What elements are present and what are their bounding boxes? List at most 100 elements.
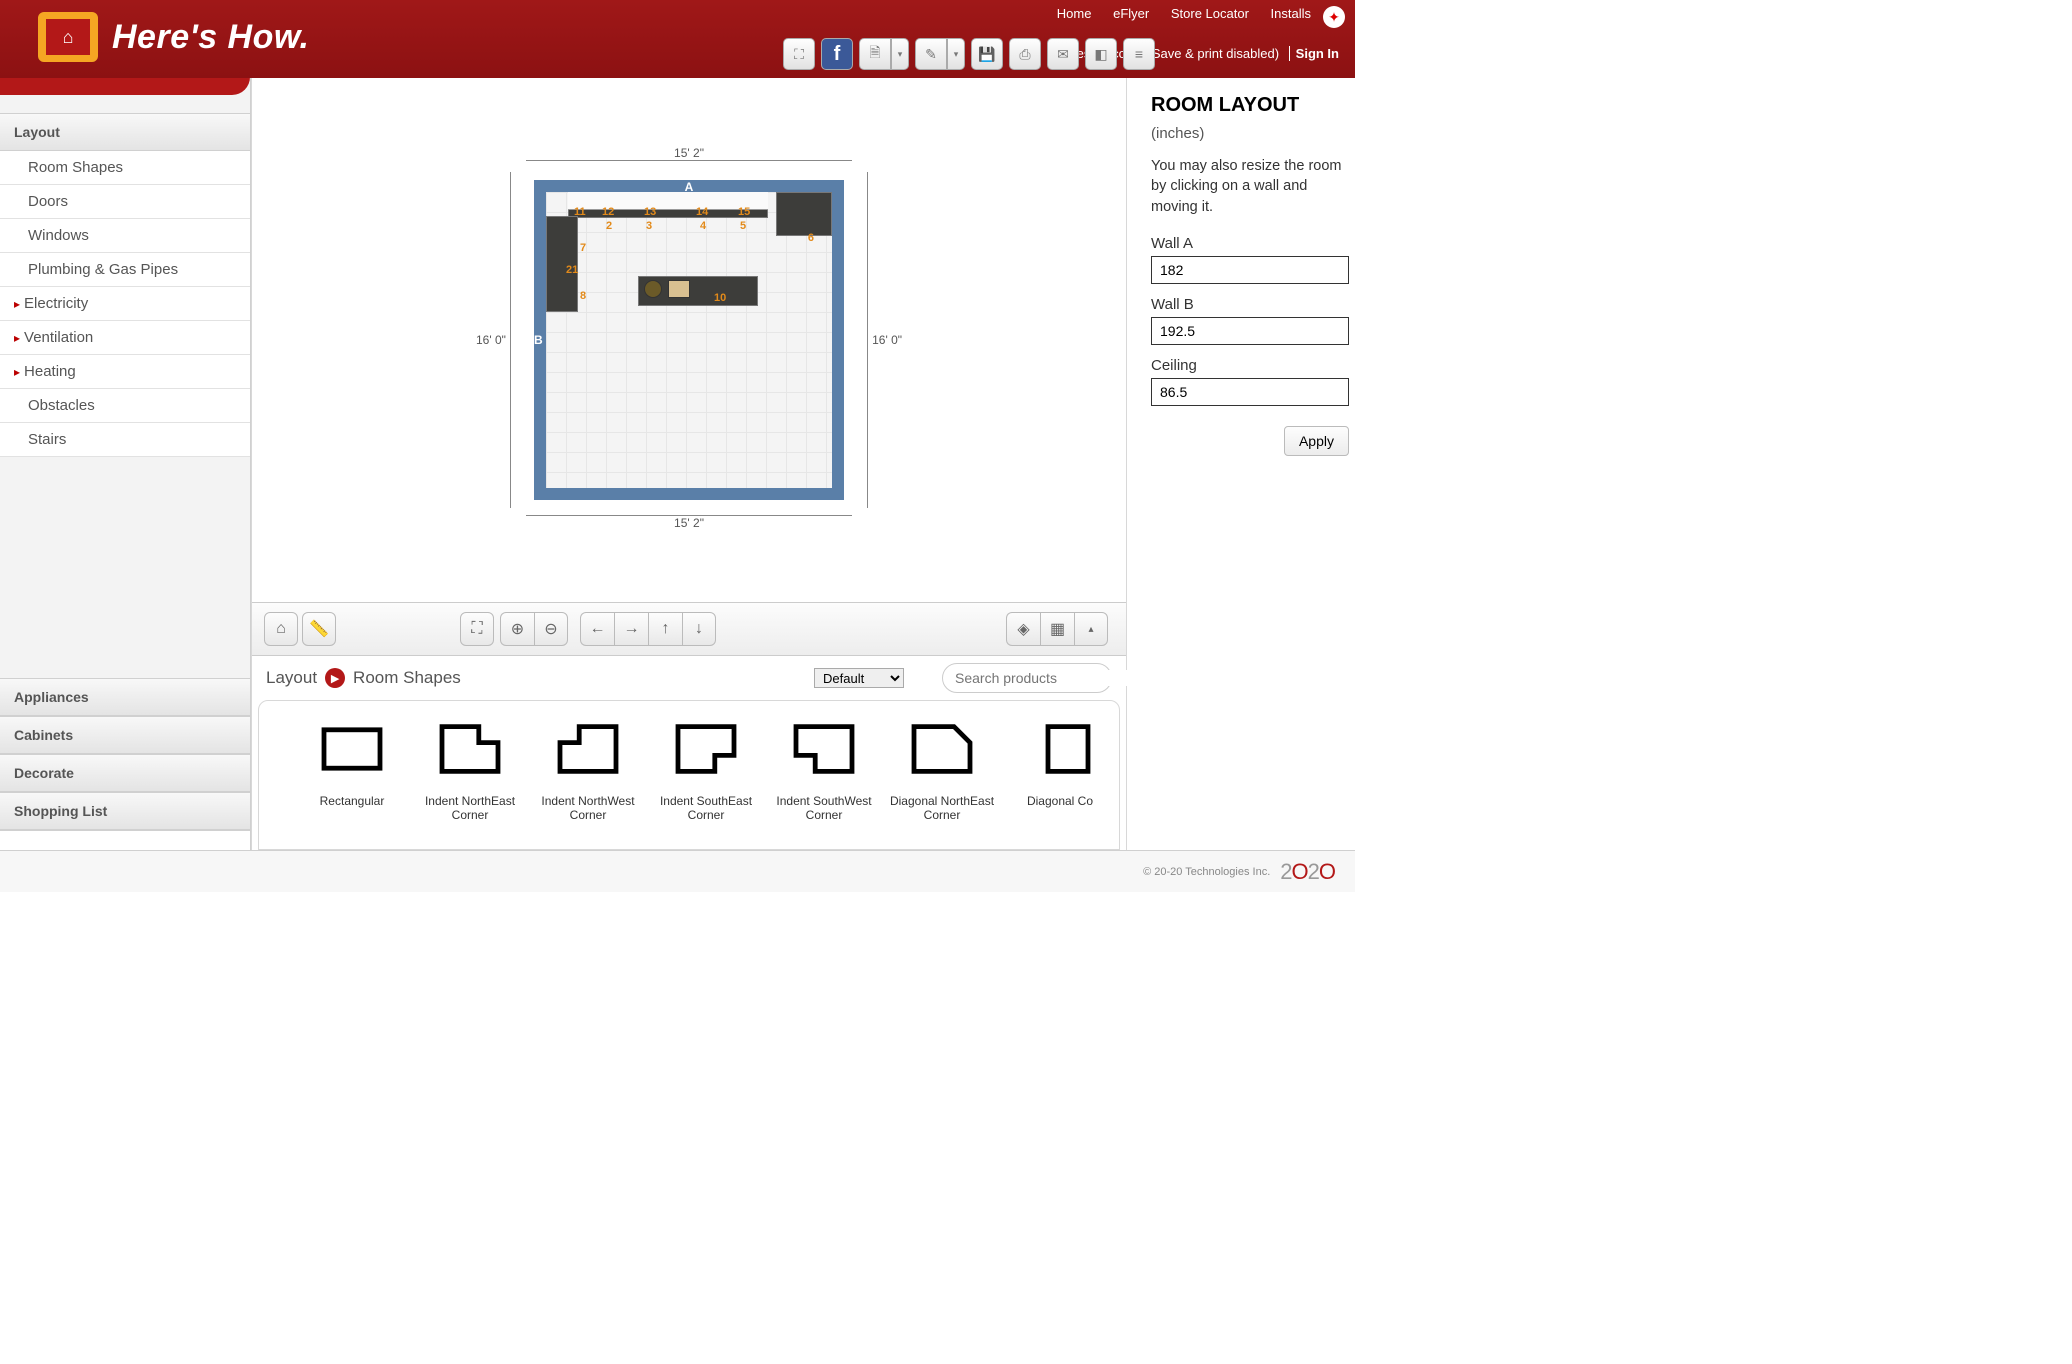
header-toolbar: ⛶ f 🗎 ▾ ✎ ▾ 💾 ⎙ ✉ ◧ ≡ <box>783 38 1155 70</box>
document-dropdown[interactable]: ▾ <box>891 38 909 70</box>
shape-option[interactable]: Rectangular <box>293 709 411 849</box>
logo-text: Here's How. <box>112 18 310 57</box>
marker: 15 <box>738 206 750 218</box>
sidebar-item[interactable]: Windows <box>0 219 250 253</box>
sidebar-item[interactable]: Doors <box>0 185 250 219</box>
search-input[interactable] <box>955 670 1136 686</box>
list-icon[interactable]: ≡ <box>1123 38 1155 70</box>
dimension-bottom: 15' 2" <box>674 516 704 530</box>
panel-description: You may also resize the room by clicking… <box>1151 156 1349 217</box>
nav-home[interactable]: Home <box>1057 6 1092 21</box>
apply-button[interactable]: Apply <box>1284 426 1349 456</box>
chevron-icon: ▶ <box>325 668 345 688</box>
sidebar-item[interactable]: Plumbing & Gas Pipes <box>0 253 250 287</box>
filter-select[interactable]: Default <box>814 668 904 688</box>
nav-eflyer[interactable]: eFlyer <box>1113 6 1149 21</box>
dimension-left: 16' 0" <box>476 333 506 347</box>
pan-down-button[interactable]: ↓ <box>682 612 716 646</box>
zoom-in-button[interactable]: ⊕ <box>500 612 534 646</box>
facebook-icon[interactable]: f <box>821 38 853 70</box>
panel-icon[interactable]: ◧ <box>1085 38 1117 70</box>
signin-link[interactable]: Sign In <box>1296 46 1339 61</box>
shape-option[interactable]: Indent SouthEast Corner <box>647 709 765 849</box>
measure-button[interactable]: 📏 <box>302 612 336 646</box>
panel-units: (inches) <box>1151 125 1349 142</box>
sidebar-group-appliances[interactable]: Appliances <box>0 678 250 716</box>
footer: © 20-20 Technologies Inc. 2O2O <box>0 850 1355 892</box>
fixture-icon[interactable] <box>668 280 690 298</box>
vendor-logo: 2O2O <box>1280 859 1335 885</box>
floor[interactable]: A B 11 12 13 14 15 2 3 4 5 6 <box>534 180 844 500</box>
sidebar-item[interactable]: Heating <box>0 355 250 389</box>
zoom-out-button[interactable]: ⊖ <box>534 612 568 646</box>
logo[interactable]: ⌂ Here's How. <box>38 12 310 62</box>
shape-option[interactable]: Diagonal NorthEast Corner <box>883 709 1001 849</box>
save-icon[interactable]: 💾 <box>971 38 1003 70</box>
print-icon[interactable]: ⎙ <box>1009 38 1041 70</box>
marker: 6 <box>808 232 814 244</box>
marker: 10 <box>714 292 726 304</box>
marker: 5 <box>740 220 746 232</box>
edit-dropdown[interactable]: ▾ <box>947 38 965 70</box>
ceiling-input[interactable] <box>1151 378 1349 406</box>
wall-b-input[interactable] <box>1151 317 1349 345</box>
active-tab-indicator <box>0 77 250 95</box>
marker: 13 <box>644 206 656 218</box>
breadcrumb-current: Room Shapes <box>353 668 461 688</box>
top-nav: Home eFlyer Store Locator Installs <box>1039 6 1311 21</box>
home-button[interactable]: ⌂ <box>264 612 298 646</box>
country-icon[interactable]: ✦ <box>1323 6 1345 28</box>
wall-a-input[interactable] <box>1151 256 1349 284</box>
pan-right-button[interactable]: → <box>614 612 648 646</box>
marker: 12 <box>602 206 614 218</box>
marker: 2 <box>606 220 612 232</box>
sidebar: Layout Room ShapesDoorsWindowsPlumbing &… <box>0 78 251 850</box>
canvas-area: 15' 2" 15' 2" 16' 0" 16' 0" A B 11 12 13… <box>251 78 1127 850</box>
sidebar-group-layout[interactable]: Layout <box>0 113 250 151</box>
logo-icon: ⌂ <box>46 19 90 55</box>
marker: 7 <box>580 242 586 254</box>
shape-option[interactable]: Indent SouthWest Corner <box>765 709 883 849</box>
sidebar-group-decorate[interactable]: Decorate <box>0 754 250 792</box>
app-header: ⌂ Here's How. Home eFlyer Store Locator … <box>0 0 1355 78</box>
cabinet-top-right[interactable] <box>776 192 832 236</box>
ceiling-label: Ceiling <box>1151 357 1349 374</box>
search-box[interactable]: 🔍 <box>942 663 1112 693</box>
copyright: © 20-20 Technologies Inc. <box>1143 866 1270 878</box>
nav-store-locator[interactable]: Store Locator <box>1171 6 1249 21</box>
3d-view-button[interactable]: ◈ <box>1006 612 1040 646</box>
main-area: Layout Room ShapesDoorsWindowsPlumbing &… <box>0 78 1355 850</box>
wall-label-b: B <box>534 333 543 347</box>
shape-option[interactable]: Diagonal Co <box>1001 709 1119 849</box>
wall-b-label: Wall B <box>1151 296 1349 313</box>
sidebar-item[interactable]: Electricity <box>0 287 250 321</box>
sidebar-group-cabinets[interactable]: Cabinets <box>0 716 250 754</box>
nav-installs[interactable]: Installs <box>1271 6 1311 21</box>
marker: 11 <box>574 206 586 218</box>
collapse-button[interactable]: ▴ <box>1074 612 1108 646</box>
email-icon[interactable]: ✉ <box>1047 38 1079 70</box>
fit-button[interactable]: ⛶ <box>460 612 494 646</box>
panel-title: ROOM LAYOUT <box>1151 94 1349 117</box>
pan-left-button[interactable]: ← <box>580 612 614 646</box>
properties-panel: ROOM LAYOUT (inches) You may also resize… <box>1127 78 1373 850</box>
sidebar-item[interactable]: Ventilation <box>0 321 250 355</box>
sidebar-item[interactable]: Stairs <box>0 423 250 457</box>
sidebar-item[interactable]: Obstacles <box>0 389 250 423</box>
pan-up-button[interactable]: ↑ <box>648 612 682 646</box>
marker: 3 <box>646 220 652 232</box>
fullscreen-icon[interactable]: ⛶ <box>783 38 815 70</box>
floorplan-canvas[interactable]: 15' 2" 15' 2" 16' 0" 16' 0" A B 11 12 13… <box>252 78 1126 602</box>
document-icon[interactable]: 🗎 <box>859 38 891 70</box>
grid-button[interactable]: ▦ <box>1040 612 1074 646</box>
sidebar-item[interactable]: Room Shapes <box>0 151 250 185</box>
breadcrumb-root[interactable]: Layout <box>266 668 317 688</box>
shape-option[interactable]: Indent NorthWest Corner <box>529 709 647 849</box>
dimension-right: 16' 0" <box>872 333 902 347</box>
fixture-icon[interactable] <box>644 280 662 298</box>
marker: 21 <box>566 264 578 276</box>
edit-icon[interactable]: ✎ <box>915 38 947 70</box>
canvas-toolbar: ⌂ 📏 ⛶ ⊕ ⊖ ← → ↑ ↓ ◈ ▦ ▴ <box>252 602 1126 656</box>
sidebar-group-shopping[interactable]: Shopping List <box>0 792 250 830</box>
shape-option[interactable]: Indent NorthEast Corner <box>411 709 529 849</box>
